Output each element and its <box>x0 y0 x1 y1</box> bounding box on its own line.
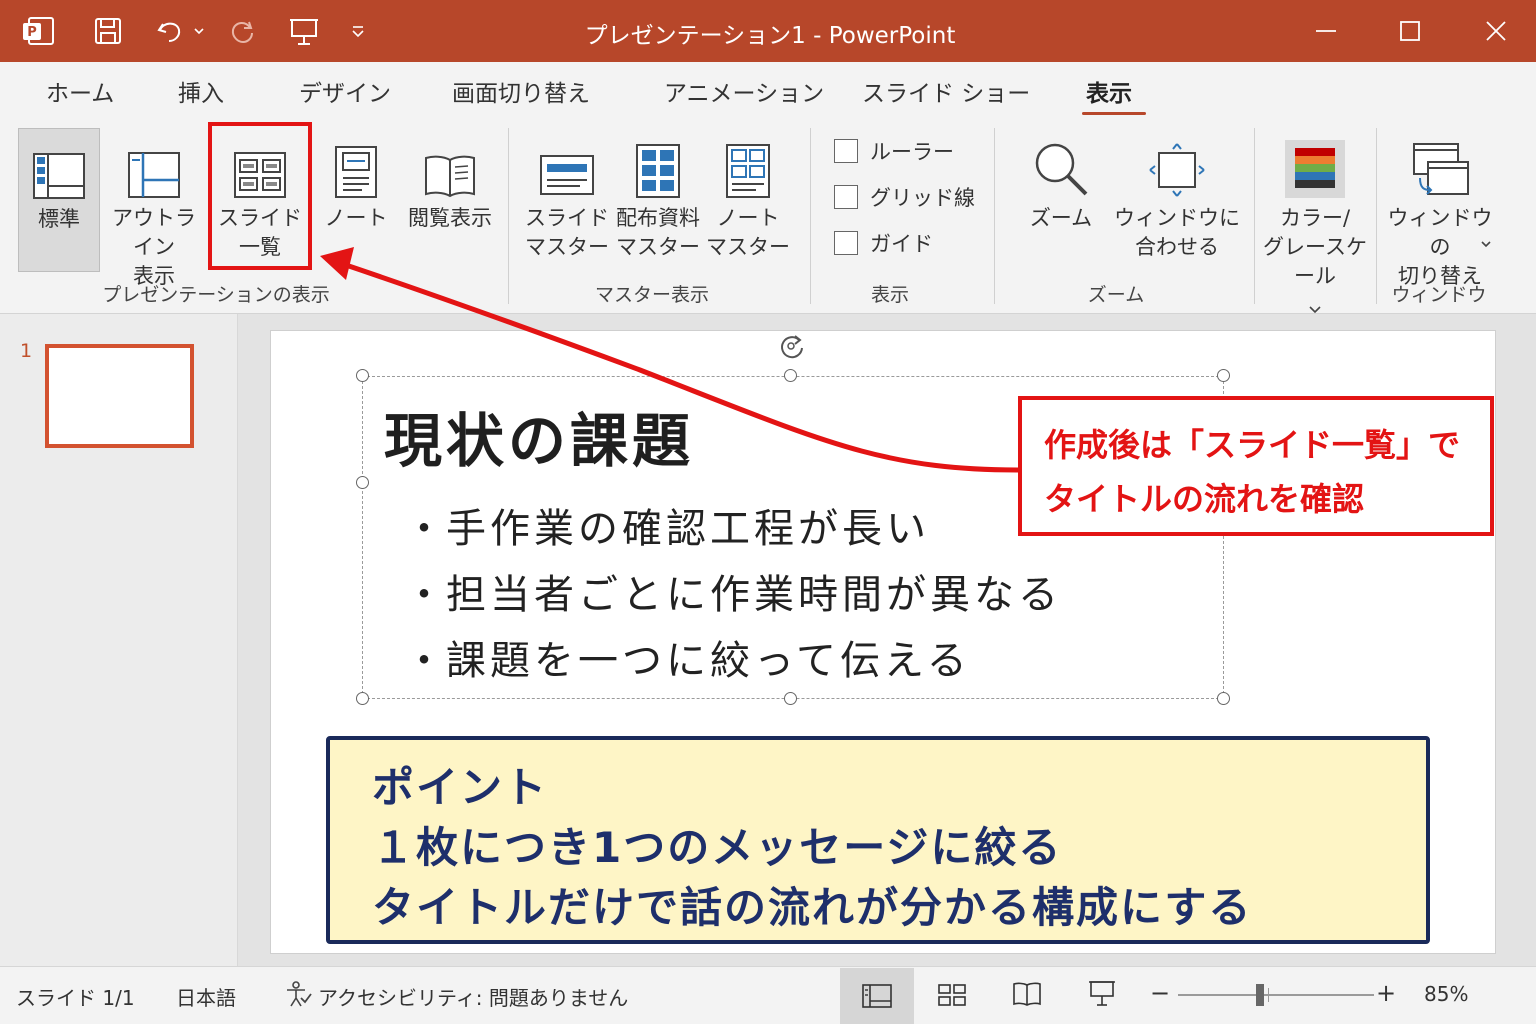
accessibility-status[interactable]: アクセシビリティ: 問題ありません <box>318 982 628 1011</box>
normal-view-status-button[interactable] <box>840 968 914 1024</box>
status-bar: スライド 1/1 日本語 アクセシビリティ: 問題ありません − + 85% <box>0 966 1536 1024</box>
reading-view-status-icon[interactable] <box>1012 981 1042 1011</box>
zoom-slider-track[interactable] <box>1178 994 1374 996</box>
accessibility-icon[interactable] <box>284 980 312 1012</box>
zoom-slider-thumb[interactable] <box>1255 984 1264 1006</box>
zoom-out-button[interactable]: − <box>1150 979 1170 1007</box>
zoom-in-button[interactable]: + <box>1376 979 1396 1007</box>
callout-line: タイトルの流れを確認 <box>1044 480 1365 518</box>
normal-view-icon <box>862 984 892 1012</box>
zoom-slider-center-tick <box>1268 988 1269 1002</box>
slide-sorter-status-icon[interactable] <box>937 983 967 1011</box>
slide-counter[interactable]: スライド 1/1 <box>16 982 135 1011</box>
callout-line: 作成後は「スライド一覧」で <box>1044 426 1461 464</box>
slideshow-status-icon[interactable] <box>1088 979 1116 1011</box>
zoom-percentage[interactable]: 85% <box>1424 982 1468 1006</box>
language-indicator[interactable]: 日本語 <box>176 982 236 1011</box>
